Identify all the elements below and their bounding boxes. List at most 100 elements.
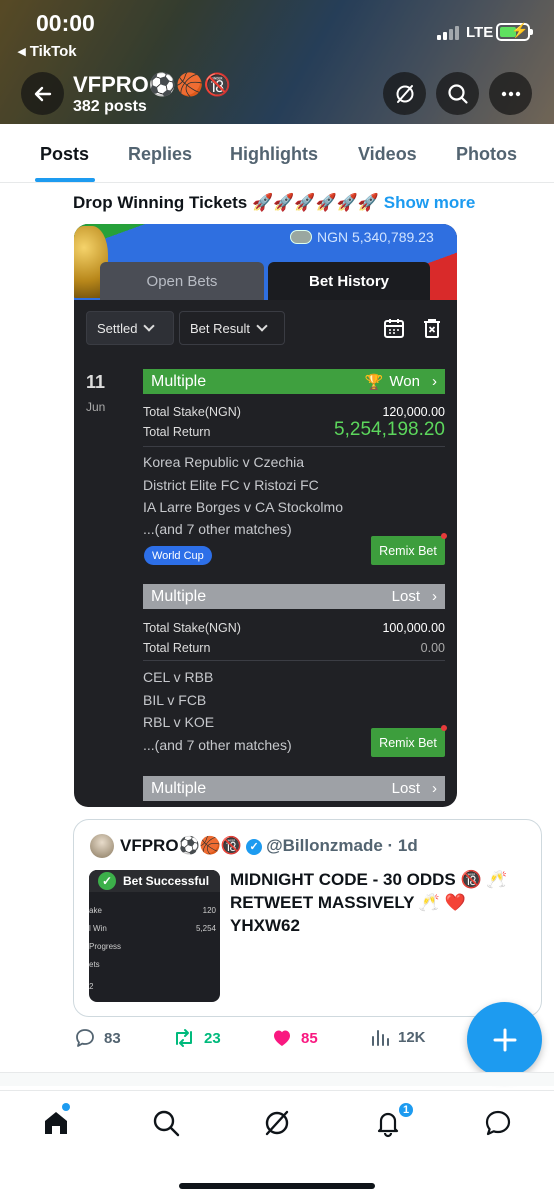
bet-status-label: Lost [391, 780, 420, 797]
search-icon [153, 1110, 180, 1137]
post-body: Drop Winning Tickets 🚀🚀🚀🚀🚀🚀 [73, 193, 379, 212]
stake-value: 120,000.00 [382, 405, 445, 419]
bet-status: Lost › [392, 780, 437, 797]
settled-filter: Settled [86, 311, 174, 345]
plus-icon [493, 1028, 516, 1051]
back-to-app-link[interactable]: ◂ TikTok [18, 42, 77, 60]
show-more-link[interactable]: Show more [384, 193, 476, 212]
return-label: Total Return [143, 641, 211, 655]
nav-messages[interactable] [482, 1107, 514, 1139]
chevron-down-icon [256, 320, 268, 332]
like-count: 85 [301, 1029, 318, 1047]
thumb-line: ets [89, 960, 216, 969]
views-chart-icon [372, 1030, 389, 1046]
bet-status: Lost › [392, 588, 437, 605]
quoted-post[interactable]: VFPRO⚽🏀🔞 ✓ @Billonzmade · 1d ✓ Bet Successf… [73, 819, 542, 1017]
like-button[interactable]: 85 [271, 1027, 318, 1049]
views-button[interactable]: 12K [370, 1027, 426, 1047]
trash-icon [424, 319, 440, 338]
bottom-navigation: 1 [0, 1090, 554, 1200]
battery-icon: ⚡ [496, 22, 533, 41]
search-icon [447, 83, 468, 104]
bet-header-won: Multiple 🏆 Won › [143, 369, 445, 394]
reply-count: 83 [104, 1029, 121, 1047]
return-row: Total Return 5,254,198.20 [143, 419, 445, 441]
status-time: 00:00 [36, 10, 95, 36]
reply-button[interactable]: 83 [74, 1027, 121, 1049]
balance-value: NGN 5,340,789.23 [317, 229, 434, 245]
quoted-author: VFPRO⚽🏀🔞 ✓ @Billonzmade · 1d [120, 836, 418, 856]
thumb-line-label: l Win [89, 924, 107, 933]
repost-button[interactable]: 23 [172, 1027, 221, 1049]
chevron-right-icon: › [432, 780, 437, 797]
tab-highlights[interactable]: Highlights [230, 144, 318, 165]
nav-grok[interactable] [261, 1107, 293, 1139]
match-item: Korea Republic v Czechia [143, 454, 305, 470]
stake-value: 100,000.00 [382, 621, 445, 635]
return-label: Total Return [143, 425, 211, 439]
balance: NGN 5,340,789.23 [290, 229, 434, 245]
post-image[interactable]: NGN 5,340,789.23 Open Bets Bet History S… [74, 224, 457, 807]
match-item: BIL v FCB [143, 692, 207, 708]
more-dots-icon [501, 91, 520, 96]
return-row: Total Return 0.00 [143, 641, 445, 655]
thumb-line-label: 2 [89, 982, 94, 991]
back-button[interactable] [21, 72, 64, 115]
thumb-line: ake 120 [89, 906, 216, 915]
match-item: IA Larre Borges v CA Stockolmo [143, 499, 343, 515]
match-item: CEL v RBB [143, 669, 214, 685]
quoted-author-name: VFPRO⚽🏀🔞 [120, 836, 243, 855]
compose-button[interactable] [467, 1002, 542, 1077]
grok-icon [396, 84, 413, 103]
open-bets-tab: Open Bets [100, 262, 264, 300]
bet-type: Multiple [151, 779, 207, 797]
arrow-left-icon [34, 86, 51, 101]
home-indicator [179, 1183, 375, 1189]
bet-date-month: Jun [86, 400, 106, 414]
message-icon [485, 1110, 511, 1136]
view-count: 12K [398, 1028, 426, 1046]
nav-home[interactable] [40, 1107, 72, 1139]
post-text: Drop Winning Tickets 🚀🚀🚀🚀🚀🚀 Show more [73, 193, 475, 213]
check-circle-icon: ✓ [98, 872, 116, 890]
stake-row: Total Stake(NGN) 100,000.00 [143, 621, 445, 635]
world-cup-badge: World Cup [144, 546, 212, 565]
active-tab-indicator [35, 178, 95, 182]
nav-search[interactable] [150, 1107, 182, 1139]
settled-label: Settled [97, 320, 138, 336]
thumb-line-value: 5,254 [195, 924, 216, 933]
bet-type: Multiple [151, 372, 207, 390]
stake-label: Total Stake(NGN) [143, 405, 241, 419]
profile-tabs: Posts Replies Highlights Videos Photos [0, 124, 554, 183]
new-content-dot [62, 1103, 70, 1111]
search-button[interactable] [436, 72, 479, 115]
divider [143, 660, 445, 661]
heart-icon [274, 1030, 290, 1046]
bet-history-tab: Bet History [268, 262, 430, 300]
bet-header-lost: Multiple Lost › [143, 776, 445, 801]
thumb-title: Bet Successful [123, 874, 210, 888]
tab-photos[interactable]: Photos [456, 144, 517, 165]
chevron-right-icon: › [432, 373, 437, 390]
bet-date-day: 11 [86, 372, 106, 392]
repost-count: 23 [204, 1029, 221, 1047]
cash-icon [290, 230, 312, 244]
chevron-right-icon: › [432, 588, 437, 605]
tab-replies[interactable]: Replies [128, 144, 192, 165]
reply-icon [76, 1029, 94, 1047]
remix-bet-button: Remix Bet [371, 725, 447, 757]
profile-header: 00:00 ◂ TikTok LTE ⚡ VFPRO⚽🏀🔞 382 posts [0, 0, 554, 124]
more-button[interactable] [489, 72, 532, 115]
bet-type: Multiple [151, 587, 207, 605]
chevron-down-icon [143, 320, 156, 332]
verified-badge-icon: ✓ [246, 838, 263, 855]
remix-bet-button: Remix Bet [371, 533, 447, 565]
network-label: LTE [466, 24, 494, 41]
bet-result-filter: Bet Result [179, 311, 285, 345]
match-item: ...(and 7 other matches) [143, 521, 292, 537]
tab-videos[interactable]: Videos [358, 144, 417, 165]
avatar [90, 834, 114, 858]
tab-posts[interactable]: Posts [40, 144, 89, 165]
signal-icon [437, 26, 459, 40]
grok-button[interactable] [383, 72, 426, 115]
